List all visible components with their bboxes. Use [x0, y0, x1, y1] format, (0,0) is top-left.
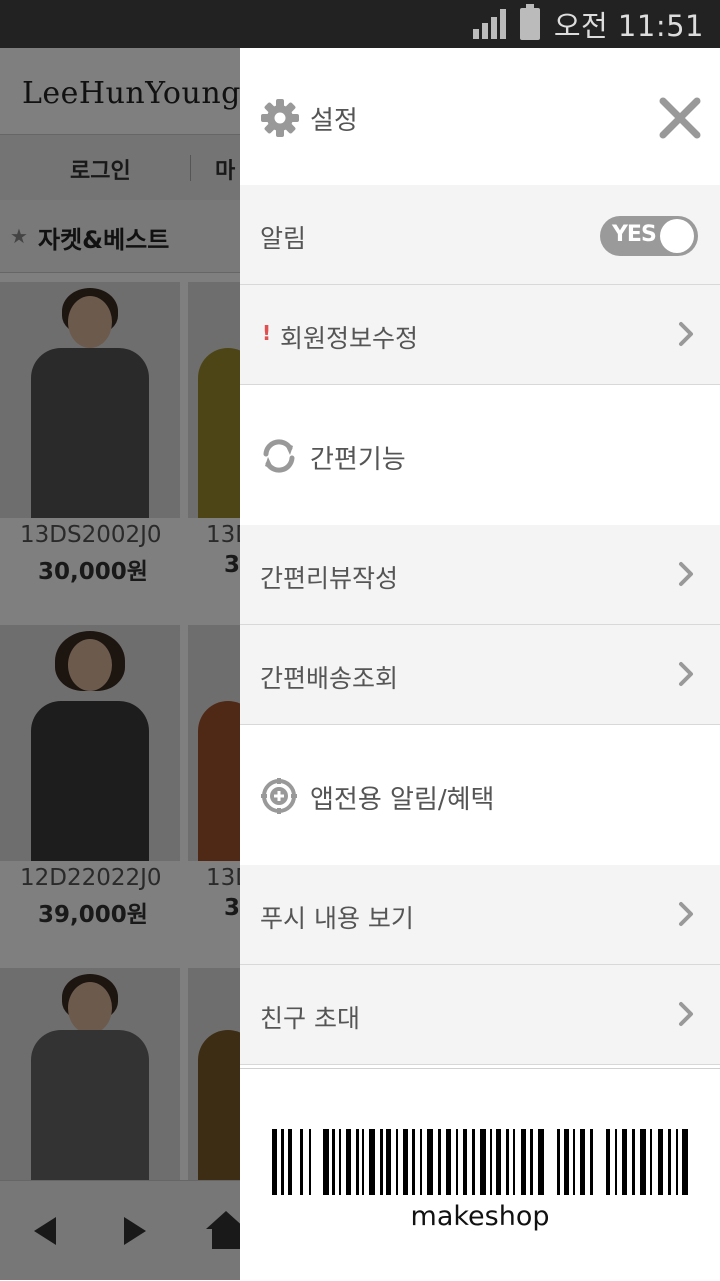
barcode-area: makeshop [240, 1068, 720, 1281]
panel-header: 설정 [240, 48, 720, 185]
push-view-label: 푸시 내용 보기 [260, 904, 414, 933]
member-edit-label: 회원정보수정 [280, 324, 419, 353]
alert-mark: ! [262, 321, 272, 345]
barcode-text: makeshop [410, 1201, 550, 1232]
chevron-right-icon [679, 1002, 693, 1026]
invite-friend-label: 친구 초대 [260, 1004, 360, 1033]
easy-review-row[interactable]: 간편리뷰작성 [240, 525, 720, 625]
status-time: 오전 11:51 [553, 9, 704, 43]
toggle-knob [660, 219, 694, 253]
chevron-right-icon [679, 562, 693, 586]
gear-icon [261, 99, 299, 137]
battery-icon [519, 4, 540, 40]
chevron-right-icon [679, 902, 693, 926]
invite-friend-row[interactable]: 친구 초대 [240, 965, 720, 1065]
barcode-image [272, 1129, 688, 1195]
alarm-row: 알림 YES [240, 185, 720, 285]
settings-panel: 설정 알림 YES ! 회원정보수정 간편기능 간편리뷰작성 간편배송조회 앱전… [240, 48, 720, 1281]
easy-section-label: 간편기능 [310, 445, 406, 475]
chevron-right-icon [679, 322, 693, 346]
close-icon[interactable] [658, 96, 702, 140]
app-section-label: 앱전용 알림/혜택 [310, 785, 495, 815]
signal-icon [472, 9, 506, 39]
refresh-icon [263, 439, 295, 473]
alarm-label: 알림 [260, 224, 307, 253]
easy-review-label: 간편리뷰작성 [260, 564, 399, 593]
app-section-header: 앱전용 알림/혜택 [240, 725, 720, 865]
chevron-right-icon [679, 662, 693, 686]
easy-section-header: 간편기능 [240, 385, 720, 525]
push-view-row[interactable]: 푸시 내용 보기 [240, 865, 720, 965]
target-plus-icon [261, 778, 297, 814]
panel-title: 설정 [310, 106, 358, 136]
status-bar: 오전 11:51 [0, 0, 720, 48]
easy-delivery-row[interactable]: 간편배송조회 [240, 625, 720, 725]
alarm-toggle[interactable]: YES [600, 216, 698, 256]
toggle-text: YES [612, 222, 657, 247]
member-edit-row[interactable]: ! 회원정보수정 [240, 285, 720, 385]
easy-delivery-label: 간편배송조회 [260, 664, 399, 693]
